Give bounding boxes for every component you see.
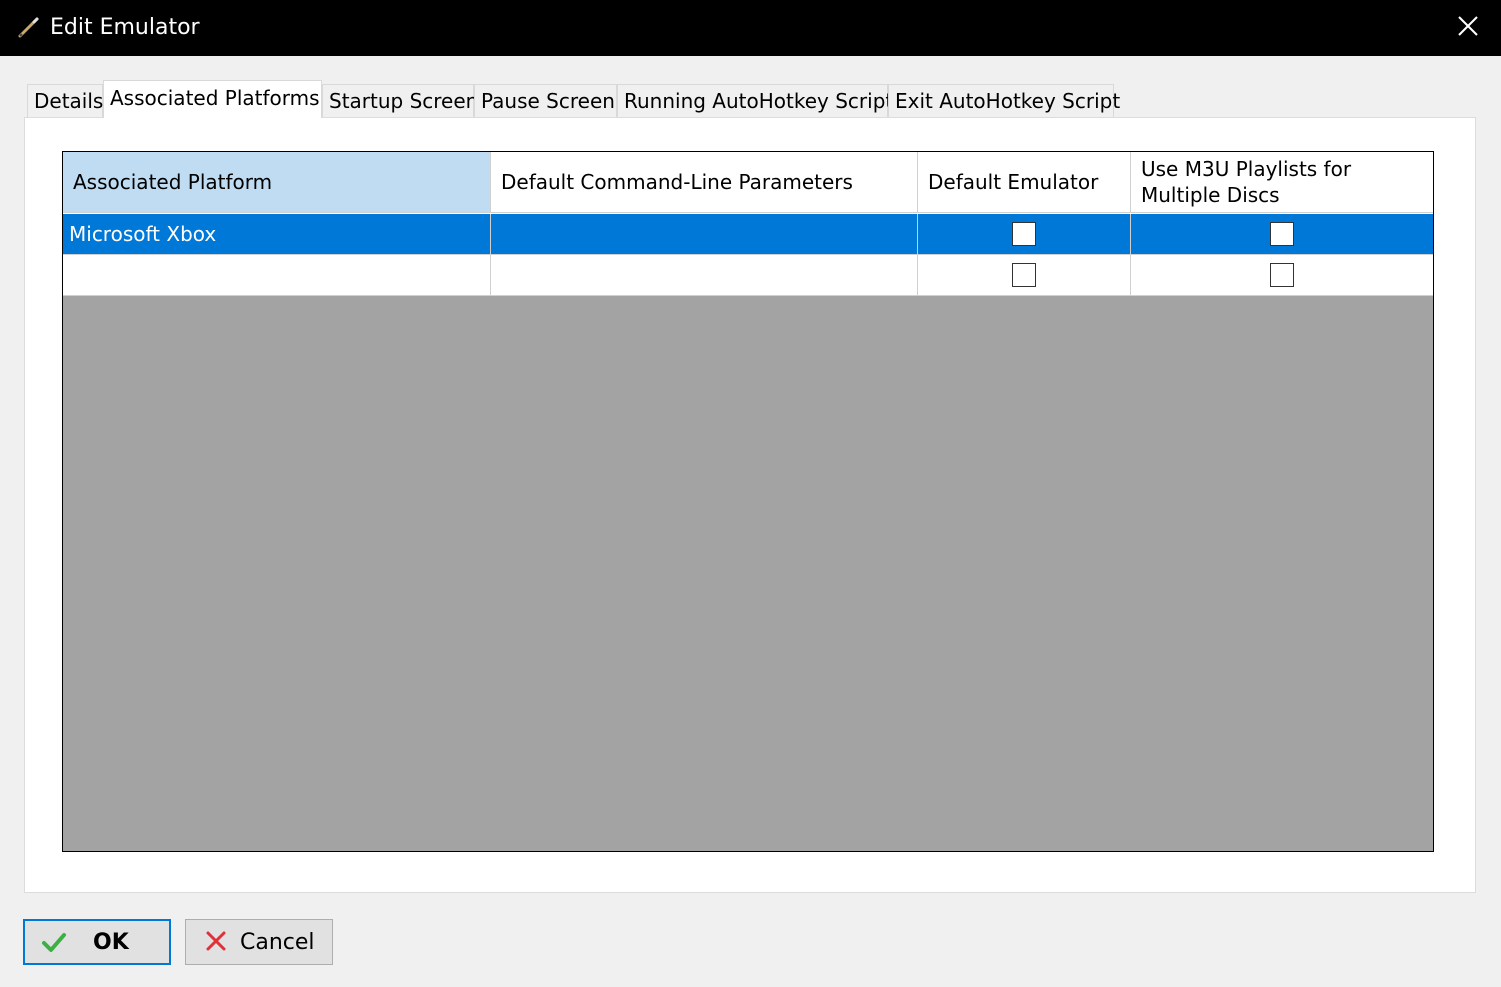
default-emulator-cell: [918, 255, 1131, 296]
column-header-command-line-parameters[interactable]: Default Command-Line Parameters: [491, 152, 918, 213]
column-header-default-emulator[interactable]: Default Emulator: [918, 152, 1131, 213]
params-cell[interactable]: [491, 255, 918, 296]
tab-details[interactable]: Details: [27, 84, 103, 117]
pencil-icon: [16, 14, 42, 40]
tab-associated-platforms[interactable]: Associated Platforms: [103, 80, 322, 118]
use-m3u-cell: [1131, 214, 1433, 255]
platforms-grid[interactable]: Associated Platform Default Command-Line…: [62, 151, 1434, 852]
platform-cell[interactable]: Microsoft Xbox: [63, 214, 491, 255]
cancel-button[interactable]: Cancel: [185, 919, 333, 965]
use-m3u-cell: [1131, 255, 1433, 296]
tab-running-autohotkey-script[interactable]: Running AutoHotkey Script: [617, 84, 893, 117]
column-header-associated-platform[interactable]: Associated Platform: [63, 152, 491, 213]
use-m3u-checkbox[interactable]: [1270, 222, 1294, 246]
table-row[interactable]: Microsoft Xbox: [63, 214, 1433, 255]
title-bar: Edit Emulator: [0, 0, 1501, 56]
default-emulator-checkbox[interactable]: [1012, 263, 1036, 287]
tab-exit-autohotkey-script[interactable]: Exit AutoHotkey Script: [888, 84, 1120, 117]
grid-header: Associated Platform Default Command-Line…: [63, 152, 1433, 214]
params-cell[interactable]: [491, 214, 918, 255]
default-emulator-checkbox[interactable]: [1012, 222, 1036, 246]
ok-button[interactable]: OK: [23, 919, 171, 965]
x-icon: [204, 929, 230, 955]
platform-cell[interactable]: [63, 255, 491, 296]
ok-button-label: OK: [93, 929, 129, 955]
tab-startup-screen[interactable]: Startup Screen: [322, 84, 478, 117]
table-row[interactable]: [63, 255, 1433, 296]
window-title: Edit Emulator: [50, 15, 200, 40]
use-m3u-checkbox[interactable]: [1270, 263, 1294, 287]
close-icon: [1457, 15, 1479, 41]
checkmark-icon: [41, 929, 67, 955]
column-header-use-m3u-playlists[interactable]: Use M3U Playlists for Multiple Discs: [1131, 152, 1433, 213]
cancel-button-label: Cancel: [240, 929, 315, 955]
default-emulator-cell: [918, 214, 1131, 255]
close-button[interactable]: [1447, 8, 1489, 48]
tab-pause-screen[interactable]: Pause Screen: [474, 84, 617, 117]
